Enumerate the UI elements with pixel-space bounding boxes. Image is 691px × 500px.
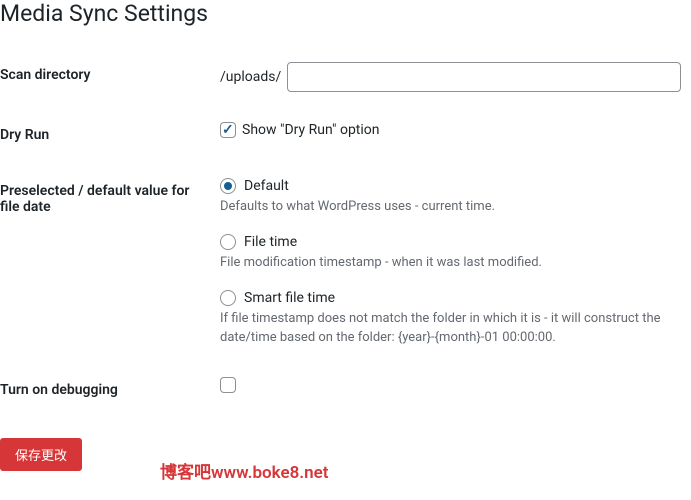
settings-form: Scan directory /uploads/ Dry Run Show "D… [0, 47, 691, 418]
save-button[interactable]: 保存更改 [0, 438, 82, 471]
file-date-option-default[interactable]: Default [220, 178, 681, 194]
page-title: Media Sync Settings [0, 0, 691, 27]
file-date-smart-label: Smart file time [244, 290, 335, 306]
debugging-label: Turn on debugging [0, 362, 220, 418]
file-date-option-smart[interactable]: Smart file time [220, 290, 681, 306]
file-date-filetime-description: File modification timestamp - when it wa… [220, 254, 681, 272]
scan-directory-label: Scan directory [0, 47, 220, 107]
debugging-checkbox[interactable] [220, 377, 236, 393]
file-date-radio-default[interactable] [220, 178, 236, 194]
scan-directory-prefix: /uploads/ [220, 69, 281, 85]
file-date-default-description: Defaults to what WordPress uses - curren… [220, 198, 681, 216]
file-date-label: Preselected / default value for file dat… [0, 163, 220, 362]
file-date-default-label: Default [244, 178, 289, 194]
file-date-radio-smart[interactable] [220, 290, 236, 306]
watermark-text: 博客吧www.boke8.net [160, 458, 329, 483]
file-date-radio-filetime[interactable] [220, 234, 236, 250]
file-date-option-filetime[interactable]: File time [220, 234, 681, 250]
dry-run-checkbox[interactable] [220, 122, 236, 138]
dry-run-checkbox-label: Show "Dry Run" option [242, 122, 380, 138]
dry-run-label: Dry Run [0, 107, 220, 163]
scan-directory-input[interactable] [287, 62, 681, 92]
dry-run-option[interactable]: Show "Dry Run" option [220, 122, 380, 138]
file-date-smart-description: If file timestamp does not match the fol… [220, 310, 681, 346]
file-date-filetime-label: File time [244, 234, 297, 250]
